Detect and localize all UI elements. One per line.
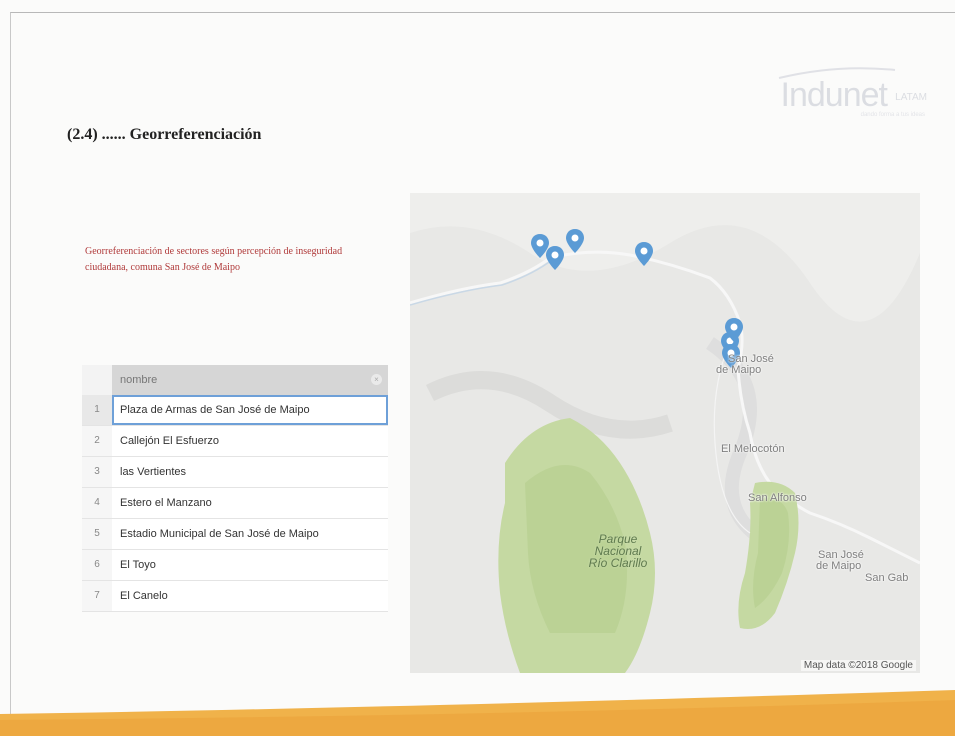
location-pin-icon[interactable]: [545, 245, 565, 271]
row-index: 1: [82, 395, 112, 425]
row-index: 6: [82, 550, 112, 580]
map-terrain: [410, 193, 920, 673]
table-header: nombre ×: [82, 365, 388, 395]
row-index: 3: [82, 457, 112, 487]
logo-tagline: dando forma a tus ideas: [860, 112, 925, 118]
slide: Indunet LATAM dando forma a tus ideas (2…: [0, 0, 955, 736]
indunet-logo: Indunet LATAM dando forma a tus ideas: [767, 66, 927, 126]
park-label-line-3: Río Clarillo: [588, 556, 648, 570]
map-label-el-melocoton: El Melocotón: [721, 443, 785, 455]
table-row[interactable]: 6 El Toyo: [82, 550, 388, 581]
table-row[interactable]: 7 El Canelo: [82, 581, 388, 612]
column-header-nombre[interactable]: nombre ×: [112, 365, 388, 395]
row-index: 7: [82, 581, 112, 611]
row-index: 4: [82, 488, 112, 518]
row-cell-nombre[interactable]: Estero el Manzano: [112, 488, 388, 518]
slide-title: (2.4) ...... Georreferenciación: [67, 126, 262, 143]
logo-text: Indunet: [780, 76, 888, 114]
map-label-san-alfonso: San Alfonso: [748, 492, 807, 504]
row-cell-nombre[interactable]: El Canelo: [112, 581, 388, 611]
location-pin-icon[interactable]: [565, 228, 585, 254]
row-cell-nombre[interactable]: Callejón El Esfuerzo: [112, 426, 388, 456]
table-row[interactable]: 2 Callejón El Esfuerzo: [82, 426, 388, 457]
row-index: 2: [82, 426, 112, 456]
row-index: 5: [82, 519, 112, 549]
column-menu-icon[interactable]: ×: [371, 374, 382, 385]
map-label-de-maipo: de Maipo: [716, 364, 762, 376]
locations-table: nombre × 1 Plaza de Armas de San José de…: [82, 365, 388, 612]
row-cell-nombre[interactable]: El Toyo: [112, 550, 388, 580]
slide-subtitle: Georreferenciación de sectores según per…: [85, 246, 343, 273]
map-view[interactable]: San José de Maipo El Melocotón San Alfon…: [410, 193, 920, 673]
table-row[interactable]: 1 Plaza de Armas de San José de Maipo: [82, 395, 388, 426]
table-row[interactable]: 4 Estero el Manzano: [82, 488, 388, 519]
map-credit: Map data ©2018 Google: [800, 660, 916, 671]
map-label-sjm-south-2: de Maipo: [816, 560, 862, 572]
row-cell-nombre[interactable]: las Vertientes: [112, 457, 388, 487]
row-cell-nombre[interactable]: Plaza de Armas de San José de Maipo: [112, 395, 388, 425]
row-cell-nombre[interactable]: Estadio Municipal de San José de Maipo: [112, 519, 388, 549]
table-row[interactable]: 3 las Vertientes: [82, 457, 388, 488]
logo-suffix: LATAM: [895, 92, 927, 103]
table-header-index: [82, 365, 112, 395]
map-label-san-gab: San Gab: [865, 572, 909, 584]
table-row[interactable]: 5 Estadio Municipal de San José de Maipo: [82, 519, 388, 550]
location-pin-icon[interactable]: [634, 241, 654, 267]
location-pin-icon[interactable]: [724, 317, 744, 343]
map-label-park: Parque Nacional Río Clarillo: [578, 533, 658, 569]
footer-band: [0, 690, 955, 736]
column-header-label: nombre: [120, 374, 158, 386]
